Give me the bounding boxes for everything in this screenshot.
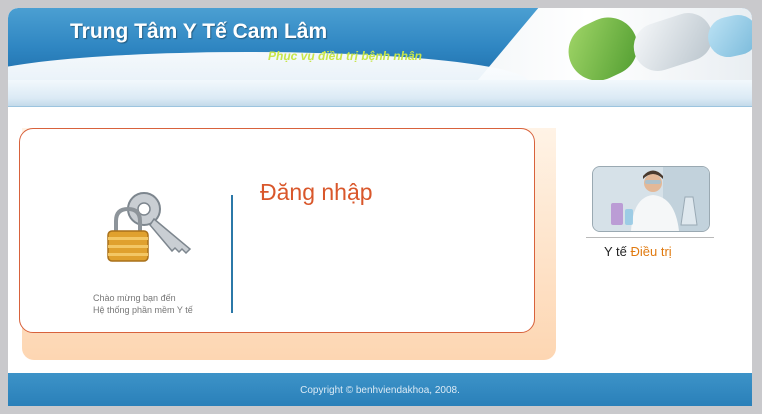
yte-link-prefix: Y tế — [604, 244, 627, 259]
site-subtitle: Phục vụ điều trị bệnh nhân — [268, 49, 423, 63]
welcome-line-1: Chào mừng bạn đến — [93, 293, 176, 303]
welcome-line-2: Hệ thống phần mềm Y tế — [93, 305, 193, 315]
login-title: Đăng nhập — [260, 179, 373, 205]
lab-worker-photo — [592, 166, 710, 232]
photo-illustration — [593, 167, 709, 231]
page-frame: Trung Tâm Y Tế Cam Lâm Phục vụ điều trị … — [8, 8, 752, 406]
site-title: Trung Tâm Y Tế Cam Lâm — [70, 20, 328, 43]
yte-dieu-tri-link[interactable]: Y tế Điều trị — [604, 244, 672, 259]
yte-link-accent: Điều trị — [630, 244, 672, 259]
key-lock-icon — [107, 192, 192, 262]
login-panel: Chào mừng bạn đến Hệ thống phần mềm Y tế… — [19, 128, 535, 333]
photo-divider — [586, 237, 714, 238]
vertical-divider — [231, 195, 233, 313]
header-banner: Trung Tâm Y Tế Cam Lâm Phục vụ điều trị … — [8, 8, 752, 80]
welcome-text: Chào mừng bạn đến Hệ thống phần mềm Y tế — [93, 292, 253, 316]
nav-bar — [8, 80, 752, 107]
copyright-text: Copyright © benhviendakhoa, 2008. — [300, 385, 460, 396]
footer: Copyright © benhviendakhoa, 2008. — [8, 373, 752, 406]
